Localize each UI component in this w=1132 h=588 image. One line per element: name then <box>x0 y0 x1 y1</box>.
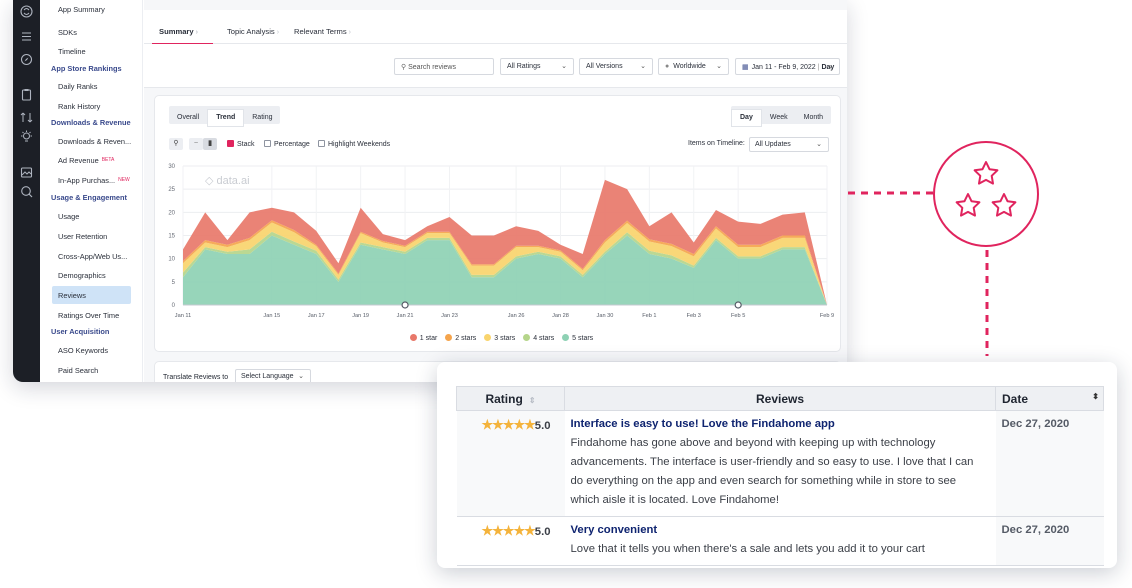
review-title: Interface is easy to use! Love the Finda… <box>570 418 835 430</box>
review-cell: Interface is easy to use! Love the Finda… <box>564 410 996 517</box>
rating-value: 5.0 <box>534 526 551 538</box>
date-cell: Dec 27, 2020 <box>995 410 1104 517</box>
reviews-header-label: Reviews <box>755 391 805 406</box>
review-title: Very convenient <box>570 524 658 536</box>
date-header-label: Date <box>1002 391 1029 406</box>
star-rating-icon: ★★★★★ <box>481 523 536 538</box>
rating-stars-badge <box>933 141 1039 247</box>
table-row[interactable]: ★★★★★5.0 Very convenient Love that it tel… <box>456 516 1104 566</box>
rating-cell: ★★★★★5.0 <box>456 410 565 517</box>
rating-value: 5.0 <box>534 420 551 432</box>
star-cluster-icon <box>955 161 1017 217</box>
review-cell: Very convenient Love that it tells you wh… <box>564 516 996 566</box>
rating-column-header[interactable]: Rating ⇕ <box>456 386 565 411</box>
reviews-table-card: Rating ⇕ Reviews Date ⬍ ★★★★★5.0 Interface… <box>437 362 1117 568</box>
rating-cell: ★★★★★5.0 <box>456 516 565 566</box>
star-rating-icon: ★★★★★ <box>481 417 536 432</box>
sort-desc-icon: ⬍ <box>1092 391 1099 401</box>
sort-icon: ⇕ <box>528 395 536 405</box>
date-cell: Dec 27, 2020 <box>995 516 1104 566</box>
reviews-column-header: Reviews <box>564 386 996 411</box>
review-body: Findahome has gone above and beyond with… <box>570 437 974 506</box>
rating-header-label: Rating <box>485 391 523 406</box>
date-column-header[interactable]: Date ⬍ <box>995 386 1104 411</box>
reviews-table: Rating ⇕ Reviews Date ⬍ ★★★★★5.0 Interface… <box>456 386 1104 566</box>
table-header-row: Rating ⇕ Reviews Date ⬍ <box>456 386 1104 411</box>
table-row[interactable]: ★★★★★5.0 Interface is easy to use! Love … <box>456 410 1104 517</box>
review-body: Love that it tells you when there's a sa… <box>570 543 925 555</box>
